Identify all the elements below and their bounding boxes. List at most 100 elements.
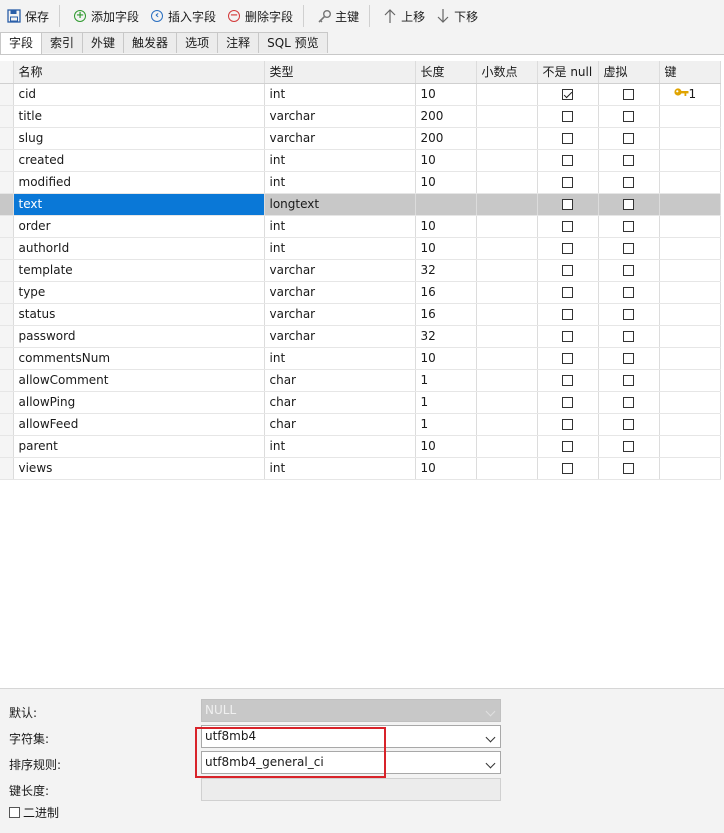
key-cell[interactable] xyxy=(659,149,721,172)
not-null-checkbox[interactable] xyxy=(561,287,573,298)
key-cell[interactable] xyxy=(659,259,721,282)
table-row[interactable]: authorId int 10 xyxy=(0,237,721,260)
row-header[interactable] xyxy=(0,369,14,392)
virtual-cell[interactable] xyxy=(598,171,660,194)
insert-field-button[interactable]: ‹ 插入字段 xyxy=(145,4,220,28)
field-length-cell[interactable]: 16 xyxy=(415,303,477,326)
virtual-checkbox[interactable] xyxy=(622,155,634,166)
field-decimals-cell[interactable] xyxy=(476,149,538,172)
key-cell[interactable] xyxy=(659,303,721,326)
field-length-cell[interactable]: 10 xyxy=(415,215,477,238)
field-name-cell[interactable]: slug xyxy=(13,127,265,150)
column-header-key[interactable]: 键 xyxy=(659,61,721,84)
virtual-cell[interactable] xyxy=(598,369,660,392)
field-name-cell[interactable]: title xyxy=(13,105,265,128)
field-name-cell[interactable]: commentsNum xyxy=(13,347,265,370)
field-decimals-cell[interactable] xyxy=(476,171,538,194)
key-cell[interactable] xyxy=(659,347,721,370)
tab-indexes[interactable]: 索引 xyxy=(41,32,84,53)
virtual-checkbox[interactable] xyxy=(622,397,634,408)
field-length-cell[interactable]: 32 xyxy=(415,259,477,282)
field-name-cell[interactable]: authorId xyxy=(13,237,265,260)
key-cell[interactable] xyxy=(659,171,721,194)
table-row[interactable]: order int 10 xyxy=(0,215,721,238)
row-header[interactable] xyxy=(0,171,14,194)
field-type-cell[interactable]: varchar xyxy=(264,259,416,282)
virtual-checkbox[interactable] xyxy=(622,331,634,342)
field-type-cell[interactable]: varchar xyxy=(264,127,416,150)
binary-checkbox[interactable]: 二进制 xyxy=(9,804,59,821)
field-type-cell[interactable]: varchar xyxy=(264,325,416,348)
field-decimals-cell[interactable] xyxy=(476,435,538,458)
field-type-cell[interactable]: int xyxy=(264,171,416,194)
virtual-cell[interactable] xyxy=(598,391,660,414)
field-type-cell[interactable]: int xyxy=(264,237,416,260)
not-null-cell[interactable] xyxy=(537,391,599,414)
key-cell[interactable] xyxy=(659,391,721,414)
field-name-cell[interactable]: modified xyxy=(13,171,265,194)
not-null-cell[interactable] xyxy=(537,281,599,304)
table-row[interactable]: commentsNum int 10 xyxy=(0,347,721,370)
field-name-cell[interactable]: cid xyxy=(13,83,265,106)
not-null-checkbox[interactable] xyxy=(561,133,573,144)
column-header-length[interactable]: 长度 xyxy=(415,61,477,84)
not-null-checkbox[interactable] xyxy=(561,441,573,452)
virtual-cell[interactable] xyxy=(598,457,660,480)
row-header[interactable] xyxy=(0,127,14,150)
virtual-cell[interactable] xyxy=(598,281,660,304)
field-length-cell[interactable]: 10 xyxy=(415,83,477,106)
row-header[interactable] xyxy=(0,281,14,304)
virtual-cell[interactable] xyxy=(598,83,660,106)
field-type-cell[interactable]: int xyxy=(264,149,416,172)
field-length-cell[interactable]: 16 xyxy=(415,281,477,304)
virtual-checkbox[interactable] xyxy=(622,221,634,232)
field-decimals-cell[interactable] xyxy=(476,369,538,392)
field-name-cell[interactable]: created xyxy=(13,149,265,172)
virtual-cell[interactable] xyxy=(598,237,660,260)
field-length-cell[interactable]: 10 xyxy=(415,347,477,370)
field-decimals-cell[interactable] xyxy=(476,259,538,282)
move-down-button[interactable]: 下移 xyxy=(431,4,482,28)
field-length-cell[interactable]: 10 xyxy=(415,149,477,172)
field-name-cell[interactable]: allowComment xyxy=(13,369,265,392)
key-cell[interactable]: 1 xyxy=(659,83,721,106)
table-row[interactable]: parent int 10 xyxy=(0,435,721,458)
virtual-checkbox[interactable] xyxy=(622,199,634,210)
not-null-cell[interactable] xyxy=(537,171,599,194)
field-name-cell[interactable]: type xyxy=(13,281,265,304)
tab-foreign-keys[interactable]: 外键 xyxy=(82,32,125,53)
table-row[interactable]: modified int 10 xyxy=(0,171,721,194)
field-decimals-cell[interactable] xyxy=(476,303,538,326)
tab-comment[interactable]: 注释 xyxy=(217,32,260,53)
virtual-checkbox[interactable] xyxy=(622,287,634,298)
not-null-cell[interactable] xyxy=(537,237,599,260)
not-null-checkbox[interactable] xyxy=(561,375,573,386)
field-type-cell[interactable]: int xyxy=(264,347,416,370)
virtual-cell[interactable] xyxy=(598,435,660,458)
field-type-cell[interactable]: varchar xyxy=(264,303,416,326)
not-null-checkbox[interactable] xyxy=(561,177,573,188)
field-type-cell[interactable]: int xyxy=(264,215,416,238)
key-cell[interactable] xyxy=(659,325,721,348)
not-null-cell[interactable] xyxy=(537,435,599,458)
field-decimals-cell[interactable] xyxy=(476,281,538,304)
row-header[interactable] xyxy=(0,215,14,238)
table-row[interactable]: title varchar 200 xyxy=(0,105,721,128)
field-decimals-cell[interactable] xyxy=(476,457,538,480)
field-length-cell[interactable]: 10 xyxy=(415,435,477,458)
key-cell[interactable] xyxy=(659,193,721,216)
virtual-checkbox[interactable] xyxy=(622,441,634,452)
field-length-cell[interactable]: 32 xyxy=(415,325,477,348)
field-type-cell[interactable]: char xyxy=(264,369,416,392)
key-cell[interactable] xyxy=(659,457,721,480)
virtual-checkbox[interactable] xyxy=(622,111,634,122)
field-type-cell[interactable]: int xyxy=(264,83,416,106)
not-null-checkbox[interactable] xyxy=(561,111,573,122)
not-null-checkbox[interactable] xyxy=(561,221,573,232)
not-null-cell[interactable] xyxy=(537,325,599,348)
not-null-cell[interactable] xyxy=(537,105,599,128)
row-header[interactable] xyxy=(0,193,14,216)
field-type-cell[interactable]: char xyxy=(264,413,416,436)
table-row[interactable]: status varchar 16 xyxy=(0,303,721,326)
virtual-checkbox[interactable] xyxy=(622,375,634,386)
